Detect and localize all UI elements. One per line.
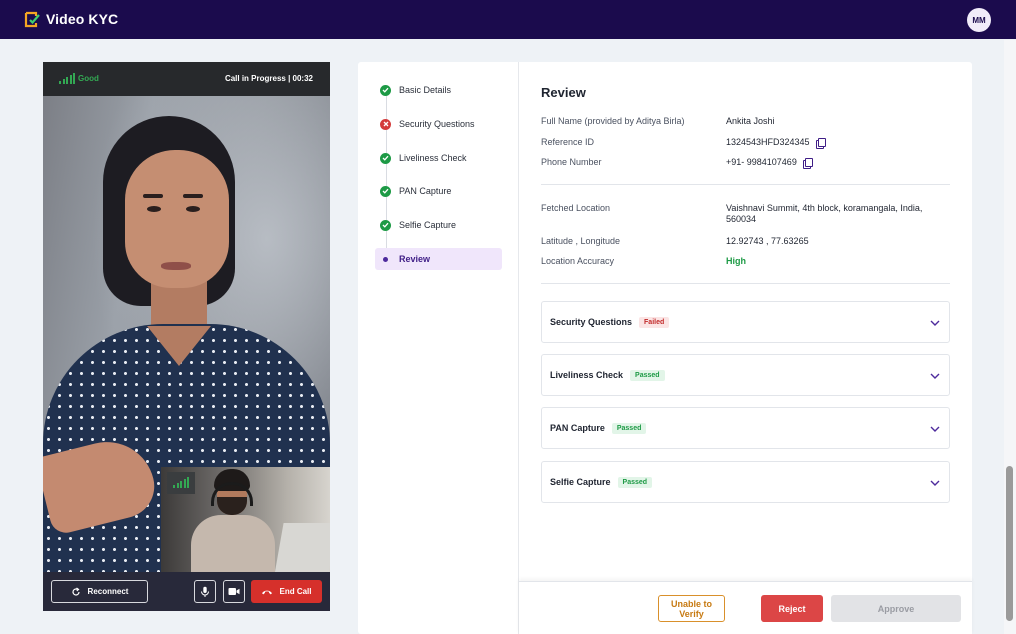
- current-step-dot-icon: [380, 254, 391, 265]
- status-badge: Failed: [639, 316, 670, 328]
- phone-number-text: +91- 9984107469: [726, 157, 797, 167]
- page-scrollbar-thumb[interactable]: [1006, 466, 1013, 621]
- accordion-title: Liveliness Check: [550, 370, 624, 380]
- fetched-location-value: Vaishnavi Summit, 4th block, koramangala…: [726, 203, 923, 224]
- unable-to-verify-button[interactable]: Unable to Verify: [658, 595, 725, 622]
- full-name-value: Ankita Joshi: [726, 116, 951, 127]
- accordion-title: PAN Capture: [550, 423, 605, 433]
- chevron-down-icon: [930, 480, 940, 486]
- video-call-panel: Good Call in Progress | 00:32 Reconnect …: [43, 62, 330, 611]
- divider: [541, 184, 950, 185]
- step-review[interactable]: Review: [375, 248, 502, 270]
- top-bar: Video KYC MM: [0, 0, 1016, 39]
- chevron-down-icon: [930, 426, 940, 432]
- status-badge: Passed: [630, 369, 665, 381]
- lat-long-value: 12.92743 , 77.63265: [726, 236, 809, 246]
- app-title: Video KYC: [46, 11, 119, 27]
- step-label: Selfie Capture: [399, 220, 457, 230]
- action-footer: Unable to Verify Reject Approve: [519, 581, 972, 634]
- video-camera-icon: [228, 588, 240, 595]
- step-liveliness-check[interactable]: Liveliness Check: [375, 147, 502, 169]
- refresh-icon: [72, 587, 80, 596]
- step-basic-details[interactable]: Basic Details: [375, 79, 502, 101]
- verification-panel: Basic Details Security Questions Livelin…: [358, 62, 972, 634]
- step-security-questions[interactable]: Security Questions: [375, 113, 502, 135]
- hang-up-icon: [262, 590, 273, 594]
- check-circle-icon: [380, 185, 391, 197]
- accordion-pan-capture[interactable]: PAN Capture Passed: [541, 407, 950, 449]
- camera-button[interactable]: [223, 580, 245, 603]
- accordion-security-questions[interactable]: Security Questions Failed: [541, 301, 950, 343]
- check-circle-icon: [380, 152, 391, 164]
- call-status: Call in Progress | 00:32: [224, 74, 313, 83]
- chevron-down-icon: [930, 320, 940, 326]
- full-name-label: Full Name (provided by Aditya Birla): [541, 116, 685, 126]
- accordion-title: Security Questions: [550, 317, 633, 327]
- approve-button[interactable]: Approve: [831, 595, 961, 622]
- end-call-label: End Call: [279, 587, 312, 596]
- step-pan-capture[interactable]: PAN Capture: [375, 180, 502, 202]
- accordion-liveliness-check[interactable]: Liveliness Check Passed: [541, 354, 950, 396]
- user-avatar[interactable]: MM: [967, 8, 991, 32]
- step-label: PAN Capture: [399, 186, 452, 196]
- check-circle-icon: [380, 219, 391, 231]
- chevron-down-icon: [930, 373, 940, 379]
- steps-sidebar: Basic Details Security Questions Livelin…: [358, 62, 519, 634]
- location-accuracy-label: Location Accuracy: [541, 256, 615, 266]
- check-circle-icon: [380, 84, 391, 96]
- reference-id-text: 1324543HFD324345: [726, 137, 810, 147]
- step-label: Review: [399, 254, 431, 264]
- signal-strength-icon: [59, 73, 75, 84]
- reject-button[interactable]: Reject: [761, 595, 823, 622]
- reconnect-label: Reconnect: [87, 587, 129, 596]
- video-status-bar: Good Call in Progress | 00:32: [43, 62, 330, 96]
- lat-long-label: Latitude , Longitude: [541, 236, 621, 246]
- step-label: Liveliness Check: [399, 153, 467, 163]
- review-title: Review: [541, 85, 586, 100]
- accordion-selfie-capture[interactable]: Selfie Capture Passed: [541, 461, 950, 503]
- step-label: Security Questions: [399, 119, 475, 129]
- error-circle-icon: [380, 118, 391, 130]
- agent-signal-icon: [167, 472, 195, 494]
- full-name-text: Ankita Joshi: [726, 116, 775, 126]
- signal-label: Good: [78, 74, 99, 83]
- customer-video-feed: [43, 96, 330, 572]
- copy-icon[interactable]: [802, 157, 813, 169]
- reconnect-button[interactable]: Reconnect: [51, 580, 148, 603]
- video-kyc-logo-icon: [24, 11, 40, 28]
- call-controls: Reconnect End Call: [43, 572, 330, 611]
- accordion-title: Selfie Capture: [550, 477, 611, 487]
- phone-number-value: +91- 9984107469: [726, 157, 951, 169]
- copy-icon[interactable]: [815, 137, 826, 149]
- step-selfie-capture[interactable]: Selfie Capture: [375, 214, 502, 236]
- phone-number-label: Phone Number: [541, 157, 602, 167]
- end-call-button[interactable]: End Call: [251, 580, 322, 603]
- reference-id-label: Reference ID: [541, 137, 595, 147]
- status-badge: Passed: [617, 476, 653, 488]
- mute-button[interactable]: [194, 580, 216, 603]
- location-accuracy-value: High: [726, 256, 746, 266]
- status-badge: Passed: [611, 422, 647, 434]
- agent-video-preview: [161, 467, 330, 572]
- microphone-icon: [201, 586, 209, 597]
- divider: [541, 283, 950, 284]
- reference-id-value: 1324543HFD324345: [726, 137, 951, 149]
- fetched-location-label: Fetched Location: [541, 203, 611, 213]
- step-label: Basic Details: [399, 85, 452, 95]
